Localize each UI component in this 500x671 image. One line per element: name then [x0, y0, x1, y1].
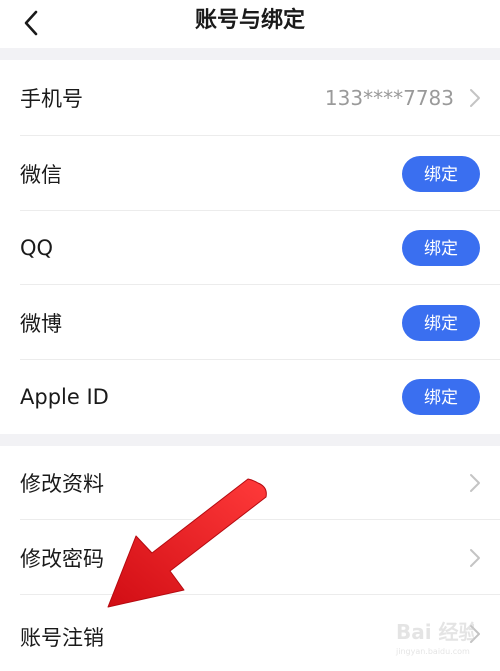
list-item-label: 手机号 [20, 87, 83, 111]
list-item-change-password[interactable]: 修改密码 [0, 520, 500, 595]
bind-weibo-button[interactable]: 绑定 [402, 304, 480, 341]
bind-wechat-button[interactable]: 绑定 [402, 155, 480, 192]
chevron-right-icon [470, 474, 480, 492]
list-item-label: 修改密码 [20, 546, 104, 571]
list-item-qq: QQ 绑定 [0, 211, 500, 285]
section-gap [0, 434, 500, 446]
page-title: 账号与绑定 [194, 8, 305, 33]
list-item-edit-profile[interactable]: 修改资料 [0, 446, 500, 520]
chevron-right-icon [470, 89, 480, 107]
nav-bar: 账号与绑定 [0, 0, 500, 48]
bind-qq-button[interactable]: 绑定 [402, 230, 480, 266]
phone-number-value: 133****7783 [324, 86, 454, 110]
list-item-apple-id: Apple ID 绑定 [0, 360, 500, 434]
list-item-weibo: 微博 绑定 [0, 285, 500, 360]
section-gap [0, 48, 500, 60]
list-item-wechat: 微信 绑定 [0, 136, 500, 211]
list-item-label: 微信 [20, 162, 62, 187]
list-item-label: Apple ID [20, 385, 109, 409]
bind-apple-id-button[interactable]: 绑定 [402, 379, 480, 415]
watermark-url: jingyan.baidu.com [395, 647, 470, 656]
watermark-text: Bai 经验 [396, 620, 474, 644]
baidu-jingyan-watermark-icon: Bai 经验 jingyan.baidu.com [395, 620, 474, 656]
list-item-label: QQ [20, 236, 54, 260]
list-item-phone[interactable]: 手机号 133****7783 [0, 60, 500, 136]
list-item-label: 账号注销 [20, 626, 104, 650]
list-item-label: 修改资料 [20, 472, 104, 496]
list-item-label: 微博 [20, 311, 62, 336]
chevron-right-icon [470, 548, 480, 567]
